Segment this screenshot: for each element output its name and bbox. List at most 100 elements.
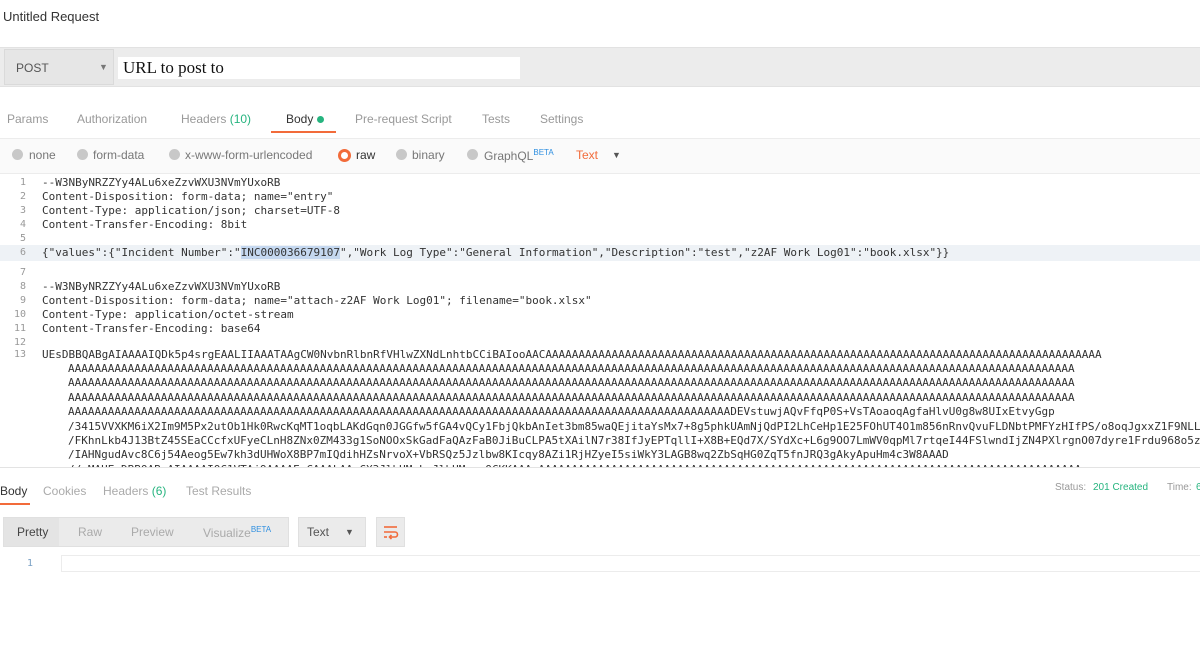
radio-urlencoded[interactable] [169,149,180,160]
beta-badge: BETA [533,148,554,157]
line-number: 3 [19,205,26,216]
line-number: 6 [19,247,26,258]
code-text: Content-Disposition: form-data; name="at… [42,294,592,307]
code-line-wrapped[interactable]: AAAAAAAAAAAAAAAAAAAAAAAAAAAAAAAAAAAAAAAA… [0,405,1200,419]
radio-none[interactable] [12,149,23,160]
time-label: Time: [1167,482,1192,493]
tab-settings[interactable]: Settings [540,112,583,126]
radio-urlencoded-label: x-www-form-urlencoded [185,148,313,162]
view-visualize[interactable]: VisualizeBETA [203,525,271,540]
active-tab-indicator [271,131,336,133]
code-text: --W3NByNRZZYy4ALu6xeZzvWXU3NVmYUxoRB [42,280,281,293]
chevron-down-icon: ▼ [99,62,108,72]
view-pretty[interactable]: Pretty [17,525,48,539]
wrap-lines-icon [384,526,399,540]
code-line[interactable]: 11 Content-Transfer-Encoding: base64 [0,322,1200,336]
radio-raw[interactable] [338,149,351,162]
beta-badge: BETA [250,525,272,534]
code-line[interactable]: 9 Content-Disposition: form-data; name="a… [0,294,1200,308]
request-title: Untitled Request [3,9,100,24]
response-tab-test-results[interactable]: Test Results [186,484,251,498]
line-number: 2 [19,191,26,202]
request-body-editor[interactable]: 1 --W3NByNRZZYy4ALu6xeZzvWXU3NVmYUxoRB 2 Co… [0,174,1200,467]
code-line[interactable]: 6 {"values":{"Incident Number":"INC000036… [0,245,1200,261]
status-label: Status: [1055,482,1087,493]
code-line-wrapped[interactable]: AAAAAAAAAAAAAAAAAAAAAAAAAAAAAAAAAAAAAAAA… [0,362,1200,376]
tab-body[interactable]: Body [286,112,325,126]
chevron-down-icon: ▼ [345,527,354,537]
url-input[interactable] [118,57,520,79]
response-tab-headers[interactable]: Headers (6) [103,484,166,498]
method-select[interactable]: POST ▼ [4,49,114,85]
radio-graphql[interactable] [467,149,478,160]
body-type-bar [0,138,1200,174]
code-line-wrapped[interactable]: /IAHNgudAvc8C6j54Aeog5Ew7kh3dUHWoX8BP7mI… [0,448,1200,462]
code-text: AAAAAAAAAAAAAAAAAAAAAAAAAAAAAAAAAAAAAAAA… [68,362,1075,375]
response-tab-headers-label: Headers [103,484,149,498]
code-line[interactable]: 3 Content-Type: application/json; charset… [0,204,1200,218]
response-tab-cookies[interactable]: Cookies [43,484,86,498]
code-text: AAAAAAAAAAAAAAAAAAAAAAAAAAAAAAAAAAAAAAAA… [68,390,1075,404]
code-line[interactable]: 4 Content-Transfer-Encoding: 8bit [0,218,1200,232]
code-text: Content-Transfer-Encoding: 8bit [42,218,248,231]
modified-dot-icon [317,116,325,124]
code-text: {"values":{"Incident Number":"INC0000366… [42,246,950,259]
code-text: /FKhnLkb4J13BtZ45SEaCCcfxUFyeCLnH8ZNx0ZM… [68,434,1200,447]
code-text: Content-Disposition: form-data; name="en… [42,190,334,203]
line-number: 1 [19,177,26,188]
line-number: 4 [19,219,26,230]
tab-headers[interactable]: Headers (10) [181,112,251,126]
code-text: --W3NByNRZZYy4ALu6xeZzvWXU3NVmYUxoRB [42,176,281,189]
wrap-lines-button[interactable] [376,517,405,547]
code-line[interactable]: 1 --W3NByNRZZYy4ALu6xeZzvWXU3NVmYUxoRB [0,176,1200,190]
line-number: 5 [19,233,26,244]
chevron-down-icon[interactable]: ▼ [612,150,621,160]
tab-body-label: Body [286,112,314,126]
radio-binary-label: binary [412,148,445,162]
view-raw[interactable]: Raw [78,525,102,539]
response-divider [0,467,1200,468]
code-line[interactable]: 2 Content-Disposition: form-data; name="e… [0,190,1200,204]
radio-binary[interactable] [396,149,407,160]
code-text: AAAAAAAAAAAAAAAAAAAAAAAAAAAAAAAAAAAAAAAA… [68,376,1075,390]
code-text: Content-Type: application/json; charset=… [42,204,341,217]
radio-none-label: none [29,148,56,162]
line-number: 10 [13,309,26,320]
tab-tests[interactable]: Tests [482,112,510,126]
selected-text: INC000036679107 [240,246,341,259]
response-tab-body[interactable]: Body [0,484,27,498]
view-preview[interactable]: Preview [131,525,174,539]
url-bar: POST ▼ [0,47,1200,87]
line-number: 11 [13,323,26,334]
code-line-wrapped[interactable]: /FKhnLkb4J13BtZ45SEaCCcfxUFyeCLnH8ZNx0ZM… [0,434,1200,448]
response-body-viewer[interactable] [61,555,1200,572]
tab-headers-count: (10) [229,112,252,126]
body-format-select[interactable]: Text [576,148,598,162]
time-value[interactable]: 6 [1196,482,1200,493]
code-text: UEsDBBQABgAIAAAAIQDk5p4srgEAALIIAAATAAgC… [42,348,1102,361]
code-line-wrapped[interactable]: AAAAAAAAAAAAAAAAAAAAAAAAAAAAAAAAAAAAAAAA… [0,376,1200,390]
code-line[interactable]: 13 UEsDBBQABgAIAAAAIQDk5p4srgEAALIIAAATAA… [0,348,1200,362]
code-text: /3415VVXKM6iX2Im9M5Px2utOb1Hk0RwcKqMT1oq… [68,419,1200,433]
code-text: /IAHNgudAvc8C6j54Aeog5Ew7kh3dUHWoX8BP7mI… [68,448,949,462]
line-number: 8 [19,281,26,292]
tab-params[interactable]: Params [7,112,48,126]
code-line-wrapped[interactable]: AAAAAAAAAAAAAAAAAAAAAAAAAAAAAAAAAAAAAAAA… [0,391,1200,405]
code-line[interactable]: 7 [0,266,1200,280]
code-text: Content-Type: application/octet-stream [42,308,294,321]
tab-authorization[interactable]: Authorization [77,112,147,126]
line-number: 7 [19,267,26,278]
radio-form-data[interactable] [77,149,88,160]
radio-raw-label: raw [356,148,376,162]
response-format-label: Text [307,525,330,539]
code-line-wrapped[interactable]: /3415VVXKM6iX2Im9M5Px2utOb1Hk0RwcKqMT1oq… [0,420,1200,434]
code-line[interactable]: 10 Content-Type: application/octet-stream [0,308,1200,322]
code-line[interactable]: 5 [0,232,1200,246]
response-line-number: 1 [27,558,34,569]
line-number: 9 [19,295,26,306]
response-tab-headers-count: (6) [151,484,167,498]
tab-pre-request-script[interactable]: Pre-request Script [355,112,452,126]
status-value[interactable]: 201 Created [1093,482,1148,493]
code-text: AAAAAAAAAAAAAAAAAAAAAAAAAAAAAAAAAAAAAAAA… [68,405,1055,419]
code-line[interactable]: 8 --W3NByNRZZYy4ALu6xeZzvWXU3NVmYUxoRB [0,280,1200,294]
